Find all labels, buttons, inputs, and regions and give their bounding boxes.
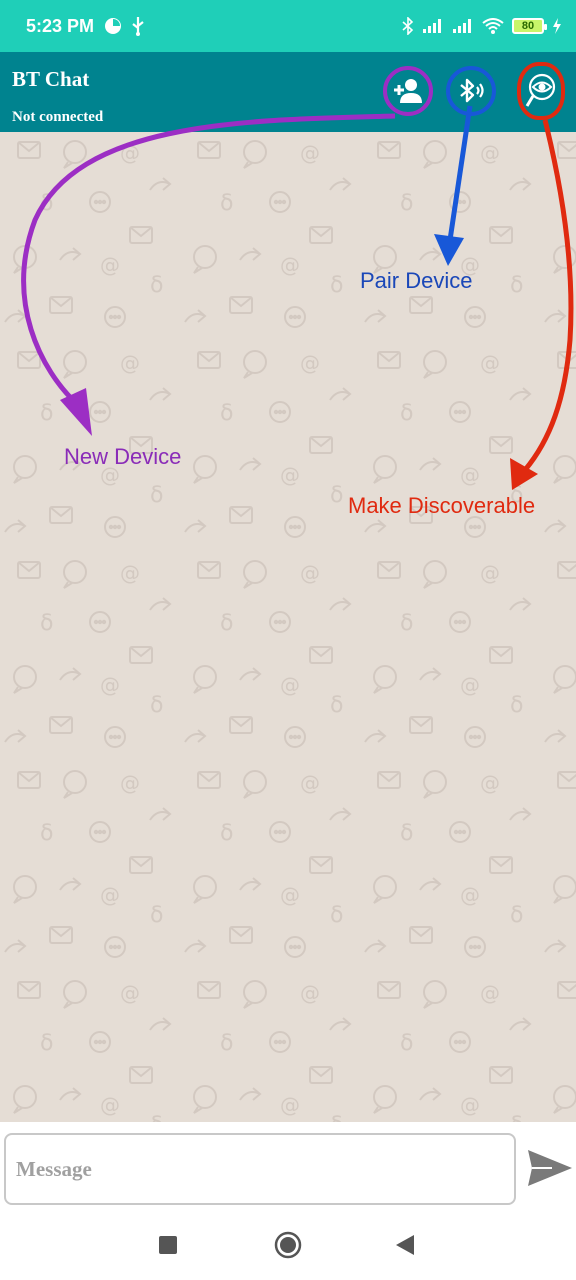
message-composer — [0, 1122, 576, 1210]
make-discoverable-button[interactable] — [517, 62, 565, 120]
pair-device-annotation: Pair Device — [360, 268, 473, 293]
usb-icon — [132, 17, 144, 36]
add-person-icon — [394, 79, 422, 103]
data-saver-icon — [105, 18, 122, 34]
connection-status: Not connected — [12, 109, 104, 125]
send-icon[interactable] — [526, 1148, 574, 1188]
bluetooth-icon — [402, 17, 414, 35]
chat-background-pattern: @ δ @ δ — [0, 132, 576, 1122]
battery-icon: 80 — [512, 18, 547, 34]
eye-search-icon — [525, 73, 556, 107]
signal-icon — [423, 19, 441, 33]
system-nav-bar — [0, 1210, 576, 1280]
make-discoverable-annotation: Make Discoverable — [348, 493, 536, 518]
new-device-button[interactable] — [383, 66, 433, 116]
charging-icon — [553, 18, 561, 34]
app-bar: BT Chat Not connected — [0, 52, 576, 132]
new-device-annotation: New Device — [64, 444, 182, 469]
wifi-icon — [482, 18, 504, 34]
message-input[interactable] — [4, 1133, 516, 1205]
chat-area: @ δ @ δ — [0, 132, 576, 1122]
app-title: BT Chat — [12, 67, 90, 91]
home-icon[interactable] — [274, 1231, 302, 1259]
signal-icon — [453, 19, 471, 33]
pair-device-button[interactable] — [446, 66, 496, 116]
back-icon[interactable] — [396, 1235, 414, 1255]
status-bar: 5:23 PM 80 — [0, 0, 576, 52]
status-time: 5:23 PM — [26, 15, 95, 36]
recents-icon[interactable] — [159, 1236, 177, 1254]
bluetooth-audio-icon — [460, 78, 484, 103]
